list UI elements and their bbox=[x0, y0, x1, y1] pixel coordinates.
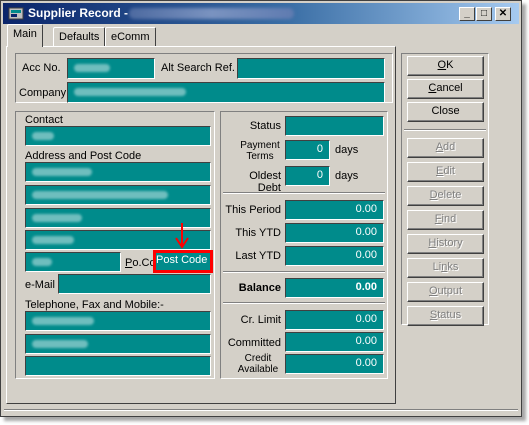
address-label: Address and Post Code bbox=[25, 150, 142, 162]
this-ytd-label: This YTD bbox=[235, 227, 281, 239]
tab-main[interactable]: Main bbox=[7, 24, 43, 47]
ok-button[interactable]: OK bbox=[407, 56, 484, 76]
post-code-value: Post Code bbox=[156, 254, 208, 266]
status-bar bbox=[4, 409, 518, 411]
oldest-debt-label: Oldest Debt bbox=[249, 170, 281, 194]
title-bar[interactable]: Supplier Record - _ □ ✕ bbox=[3, 3, 519, 24]
this-ytd-value[interactable]: 0.00 bbox=[285, 223, 384, 243]
credit-limit-value[interactable]: 0.00 bbox=[285, 310, 384, 330]
address-line-1-input[interactable] bbox=[25, 162, 211, 182]
last-ytd-value[interactable]: 0.00 bbox=[285, 246, 384, 266]
edit-button[interactable]: Edit bbox=[407, 162, 484, 182]
cancel-button[interactable]: Cancel bbox=[407, 79, 484, 99]
redacted-supplier-name bbox=[129, 8, 294, 19]
status-input[interactable] bbox=[285, 116, 384, 136]
credit-available-value[interactable]: 0.00 bbox=[285, 354, 384, 374]
acc-no-label: Acc No. bbox=[22, 62, 61, 74]
divider bbox=[223, 271, 385, 273]
oldest-debt-unit: days bbox=[335, 170, 359, 182]
credit-limit-label: Cr. Limit bbox=[240, 314, 281, 326]
alt-search-label: Alt Search Ref. bbox=[161, 62, 235, 74]
status-label: Status bbox=[249, 120, 281, 132]
status-button[interactable]: Status bbox=[407, 306, 484, 326]
last-ytd-label: Last YTD bbox=[235, 250, 281, 262]
acc-no-input[interactable] bbox=[67, 58, 155, 79]
phone-label: Telephone, Fax and Mobile:- bbox=[25, 299, 164, 311]
committed-value[interactable]: 0.00 bbox=[285, 332, 384, 352]
red-arrow-icon bbox=[175, 223, 189, 249]
contact-input[interactable] bbox=[25, 126, 211, 146]
address-line-2-input[interactable] bbox=[25, 185, 211, 205]
history-button[interactable]: History bbox=[407, 234, 484, 254]
minimize-button[interactable]: _ bbox=[459, 7, 475, 21]
delete-button[interactable]: Delete bbox=[407, 186, 484, 206]
contact-label: Contact bbox=[25, 114, 63, 126]
this-period-label: This Period bbox=[225, 204, 281, 216]
this-period-value[interactable]: 0.00 bbox=[285, 200, 384, 220]
maximize-button[interactable]: □ bbox=[476, 7, 492, 21]
find-button[interactable]: Find bbox=[407, 210, 484, 230]
payment-terms-unit: days bbox=[335, 144, 359, 156]
email-input[interactable] bbox=[58, 274, 211, 294]
divider bbox=[223, 302, 385, 304]
divider bbox=[223, 192, 385, 194]
fax-input[interactable] bbox=[25, 334, 211, 354]
balance-label: Balance bbox=[238, 282, 281, 294]
links-button[interactable]: Links bbox=[407, 258, 484, 278]
app-icon bbox=[8, 7, 24, 20]
divider bbox=[404, 129, 486, 131]
company-input[interactable] bbox=[67, 82, 385, 103]
window-title: Supplier Record - bbox=[28, 6, 129, 20]
mobile-input[interactable] bbox=[25, 356, 211, 376]
tab-defaults[interactable]: Defaults bbox=[53, 27, 106, 47]
company-label: Company bbox=[19, 87, 67, 99]
alt-search-input[interactable] bbox=[237, 58, 385, 79]
supplier-record-window: Supplier Record - _ □ ✕ Main Defaults eC… bbox=[0, 0, 522, 417]
telephone-input[interactable] bbox=[25, 311, 211, 331]
email-label: e-Mail bbox=[25, 279, 55, 291]
payment-terms-label: Payment Terms bbox=[240, 140, 280, 162]
add-button[interactable]: Add bbox=[407, 138, 484, 158]
address-line-5-input[interactable] bbox=[25, 252, 121, 272]
oldest-debt-input[interactable]: 0 bbox=[285, 166, 330, 186]
credit-available-label: Credit Available bbox=[237, 353, 279, 375]
tab-ecomm[interactable]: eComm bbox=[105, 27, 156, 47]
po-code-label: Po.Co bbox=[125, 257, 156, 269]
payment-terms-input[interactable]: 0 bbox=[285, 140, 330, 160]
close-window-button[interactable]: ✕ bbox=[495, 7, 511, 21]
balance-value[interactable]: 0.00 bbox=[285, 278, 384, 298]
output-button[interactable]: Output bbox=[407, 282, 484, 302]
committed-label: Committed bbox=[227, 337, 281, 349]
close-button[interactable]: Close bbox=[407, 102, 484, 122]
